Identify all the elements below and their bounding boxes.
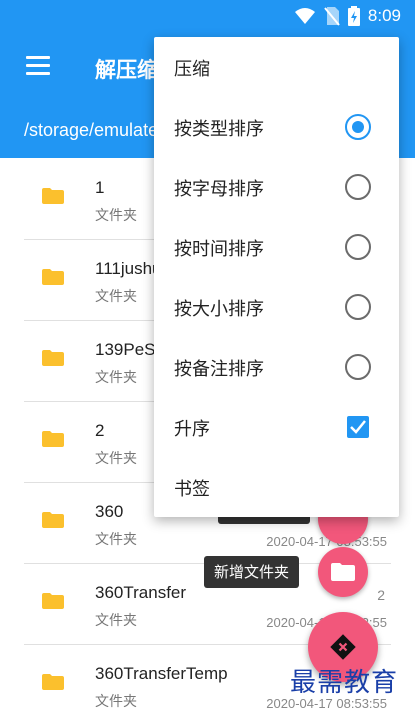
- file-name: 139PeS: [95, 340, 156, 359]
- new-folder-tooltip: 新增文件夹: [204, 556, 300, 588]
- new-folder-button[interactable]: [318, 547, 368, 597]
- menu-item-ascending[interactable]: 升序: [154, 397, 399, 457]
- folder-icon: [42, 674, 64, 690]
- file-name: 360TransferTemp: [95, 664, 228, 683]
- app-title: 解压缩: [95, 58, 158, 82]
- file-name: 360: [95, 502, 124, 521]
- folder-icon: [42, 593, 64, 609]
- no-sim-icon: [324, 7, 340, 26]
- file-type: 文件夹: [95, 289, 137, 305]
- menu-item-sort-alpha[interactable]: 按字母排序: [154, 157, 399, 217]
- status-time: 8:09: [367, 6, 401, 25]
- menu-item-label: 按备注排序: [174, 359, 264, 380]
- item-count: 2: [377, 587, 385, 603]
- status-bar: 8:09: [0, 0, 415, 34]
- menu-item-label: 按字母排序: [174, 179, 264, 200]
- menu-item-sort-note[interactable]: 按备注排序: [154, 337, 399, 397]
- file-name: 1: [95, 178, 105, 197]
- file-type: 文件夹: [95, 613, 137, 629]
- menu-item-label: 按大小排序: [174, 299, 264, 320]
- menu-item-sort-time[interactable]: 按时间排序: [154, 217, 399, 277]
- radio-unselected[interactable]: [345, 234, 371, 260]
- ascending-checkbox[interactable]: [347, 416, 369, 438]
- file-type: 文件夹: [95, 208, 137, 224]
- close-diamond-icon: [330, 634, 356, 660]
- menu-item-label: 升序: [174, 419, 210, 440]
- file-type: 文件夹: [95, 532, 137, 548]
- folder-icon: [42, 269, 64, 285]
- menu-item-label: 书签: [174, 479, 210, 500]
- folder-icon: [331, 563, 355, 581]
- file-type: 文件夹: [95, 370, 137, 386]
- folder-icon: [42, 512, 64, 528]
- file-name: 360Transfer: [95, 583, 187, 602]
- menu-item-sort-size[interactable]: 按大小排序: [154, 277, 399, 337]
- folder-icon: [42, 188, 64, 204]
- check-icon: [350, 420, 366, 434]
- file-name: 111jushu: [95, 259, 162, 278]
- radio-unselected[interactable]: [345, 354, 371, 380]
- menu-item-bookmark[interactable]: 书签: [154, 457, 399, 517]
- file-type: 文件夹: [95, 694, 137, 710]
- folder-icon: [42, 431, 64, 447]
- file-type: 文件夹: [95, 451, 137, 467]
- menu-item-label: 按类型排序: [174, 119, 264, 140]
- menu-item-compress[interactable]: 压缩: [154, 37, 399, 97]
- battery-charging-icon: [347, 6, 360, 26]
- folder-icon: [42, 350, 64, 366]
- menu-item-label: 按时间排序: [174, 239, 264, 260]
- file-name: 2: [95, 421, 105, 440]
- radio-selected[interactable]: [345, 114, 371, 140]
- wifi-icon: [294, 8, 315, 24]
- menu-item-sort-type[interactable]: 按类型排序: [154, 97, 399, 157]
- radio-unselected[interactable]: [345, 174, 371, 200]
- radio-unselected[interactable]: [345, 294, 371, 320]
- menu-item-label: 压缩: [174, 59, 210, 80]
- hamburger-menu-icon[interactable]: [26, 56, 52, 76]
- overflow-menu: 压缩 按类型排序 按字母排序 按时间排序 按大小排序 按备注排序 升序 书签: [154, 37, 399, 517]
- watermark: 最需教育: [290, 668, 399, 698]
